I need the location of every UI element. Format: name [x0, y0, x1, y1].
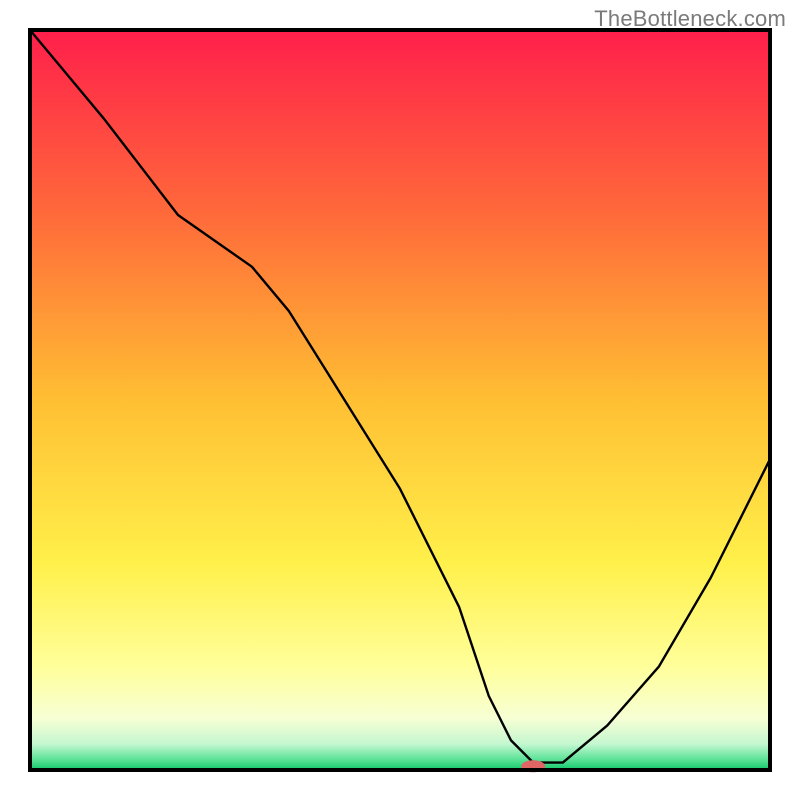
chart-container: TheBottleneck.com — [0, 0, 800, 800]
bottleneck-chart — [0, 0, 800, 800]
watermark-text: TheBottleneck.com — [594, 6, 786, 32]
plot-background — [30, 30, 770, 770]
